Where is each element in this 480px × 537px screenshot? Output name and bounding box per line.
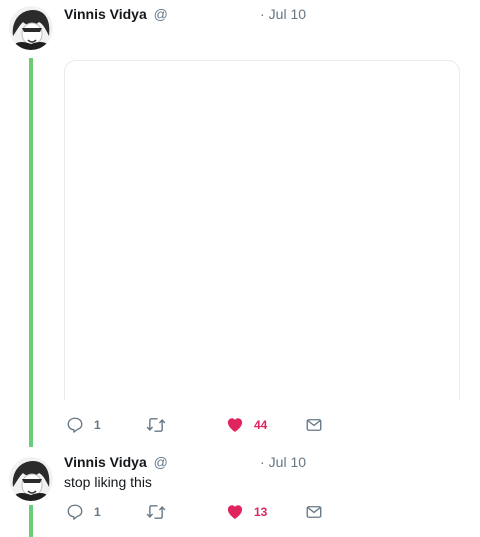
separator-dot: ·	[260, 454, 265, 470]
media-card[interactable]	[64, 60, 460, 400]
reply-button[interactable]: 1	[66, 501, 101, 523]
direct-message-icon	[306, 419, 322, 431]
retweet-button[interactable]	[146, 501, 166, 523]
reply-count: 1	[94, 505, 101, 519]
direct-message-icon	[306, 506, 322, 518]
tweet-actions: 1 44	[64, 414, 364, 436]
reply-icon	[67, 417, 83, 433]
retweet-icon	[146, 418, 166, 432]
thread-line	[29, 505, 33, 537]
avatar[interactable]	[9, 6, 53, 50]
reply-count: 1	[94, 418, 101, 432]
thread-line	[29, 58, 33, 447]
tweet-actions: 1 13	[64, 501, 364, 523]
avatar[interactable]	[9, 457, 53, 501]
direct-message-button[interactable]	[305, 501, 323, 523]
tweet-header: Vinnis Vidya @	[64, 5, 168, 23]
display-name[interactable]: Vinnis Vidya	[64, 6, 147, 22]
tweet-header: Vinnis Vidya @	[64, 453, 168, 471]
avatar-image	[9, 6, 53, 50]
tweet[interactable]: Vinnis Vidya @ · Jul 10 stop liking this …	[0, 447, 480, 537]
like-button[interactable]: 44	[226, 414, 267, 436]
like-count: 13	[254, 505, 268, 519]
timestamp-text: Jul 10	[268, 6, 307, 22]
timestamp-text: Jul 10	[268, 454, 307, 470]
username-handle[interactable]: @	[154, 6, 168, 22]
like-count: 44	[254, 418, 268, 432]
reply-button[interactable]: 1	[66, 414, 101, 436]
retweet-button[interactable]	[146, 414, 166, 436]
direct-message-button[interactable]	[305, 414, 323, 436]
separator-dot: ·	[260, 6, 265, 22]
retweet-icon	[146, 505, 166, 519]
avatar-image	[9, 457, 53, 501]
like-icon	[227, 418, 243, 432]
like-button[interactable]: 13	[226, 501, 267, 523]
tweet-text: stop liking this	[64, 474, 152, 490]
reply-icon	[67, 504, 83, 520]
username-handle[interactable]: @	[154, 454, 168, 470]
tweet[interactable]: Vinnis Vidya @ · Jul 10 1 44	[0, 0, 480, 447]
like-icon	[227, 505, 243, 519]
display-name[interactable]: Vinnis Vidya	[64, 454, 147, 470]
timestamp[interactable]: · Jul 10	[260, 453, 306, 471]
timestamp[interactable]: · Jul 10	[260, 5, 306, 23]
